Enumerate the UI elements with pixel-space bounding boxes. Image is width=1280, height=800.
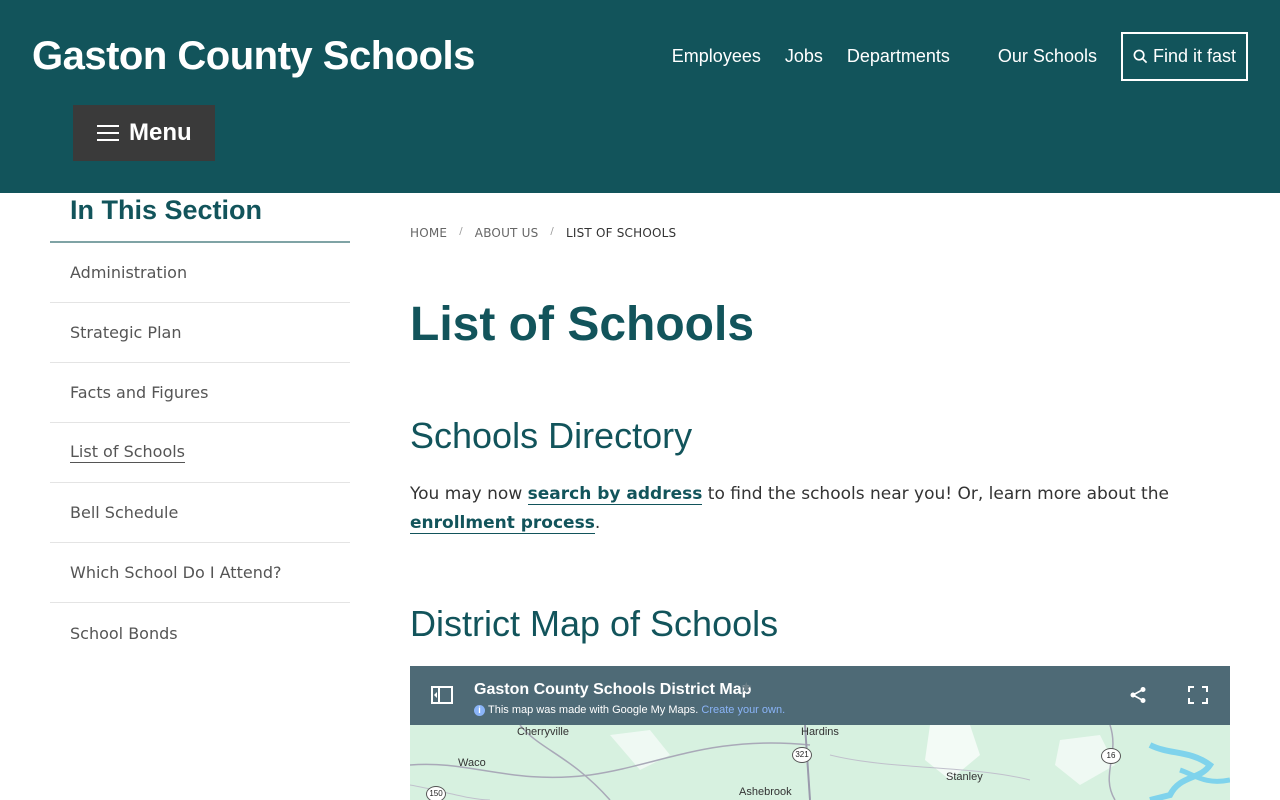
sidebar-item-bell-schedule[interactable]: Bell Schedule	[50, 483, 350, 543]
search-by-address-link[interactable]: search by address	[527, 484, 703, 505]
nav-jobs[interactable]: Jobs	[785, 46, 823, 67]
site-title[interactable]: Gaston County Schools	[32, 34, 475, 79]
sidebar-item-facts-and-figures[interactable]: Facts and Figures	[50, 363, 350, 423]
breadcrumb: HOME / ABOUT US / LIST OF SCHOOLS	[410, 226, 676, 240]
map-town-label: Cherryville	[517, 726, 569, 738]
sidebar-heading: In This Section	[50, 193, 350, 243]
map-town-label: Hardins	[801, 726, 839, 738]
map-heading: District Map of Schools	[410, 603, 779, 644]
find-it-fast-label: Find it fast	[1152, 46, 1236, 66]
intro-paragraph: You may now search by address to find th…	[410, 480, 1230, 538]
map-canvas[interactable]: Cherryville Hardins Waco Stanley Ashebro…	[410, 724, 1230, 800]
sidebar-item-list-of-schools[interactable]: List of Schools	[50, 423, 350, 483]
breadcrumb-home[interactable]: HOME	[410, 226, 447, 240]
sidebar-item-label: Bell Schedule	[70, 503, 179, 522]
enrollment-process-link[interactable]: enrollment process	[410, 513, 595, 534]
sidebar-item-label: Facts and Figures	[70, 383, 209, 402]
map-title[interactable]: Gaston County Schools District Map	[474, 681, 751, 699]
directory-heading: Schools Directory	[410, 415, 693, 456]
nav-our-schools[interactable]: Our Schools	[998, 46, 1097, 67]
sidebar-item-label: School Bonds	[70, 623, 178, 643]
map-notice: i This map was made with Google My Maps. …	[474, 704, 785, 716]
top-nav: Employees Jobs Departments Our Schools F…	[648, 32, 1248, 81]
hamburger-icon	[97, 125, 119, 141]
breadcrumb-about-us[interactable]: ABOUT US	[475, 226, 539, 240]
sidebar-item-school-bonds[interactable]: School Bonds	[50, 603, 350, 663]
menu-button[interactable]: Menu	[73, 105, 215, 161]
nav-departments[interactable]: Departments	[847, 46, 950, 67]
intro-text: to find the schools near you! Or, learn …	[702, 484, 1169, 504]
sidebar-item-which-school[interactable]: Which School Do I Attend?	[50, 543, 350, 603]
fullscreen-icon[interactable]	[1188, 686, 1208, 704]
route-shield: 321	[792, 747, 812, 763]
site-header: Gaston County Schools Employees Jobs Dep…	[0, 0, 1280, 193]
legend-toggle-icon[interactable]	[431, 685, 453, 705]
sidebar-item-label: List of Schools	[70, 442, 186, 463]
district-map-embed[interactable]: Cherryville Hardins Waco Stanley Ashebro…	[410, 666, 1230, 800]
route-shield: 16	[1101, 748, 1121, 764]
sidebar-item-strategic-plan[interactable]: Strategic Plan	[50, 303, 350, 363]
map-town-label: Ashebrook	[739, 786, 792, 798]
intro-text: You may now	[410, 484, 528, 504]
sidebar-item-label: Strategic Plan	[70, 323, 182, 342]
search-icon	[1133, 49, 1148, 64]
route-shield: 150	[426, 786, 446, 800]
intro-text: .	[594, 513, 601, 533]
star-icon[interactable]: ★	[740, 680, 753, 696]
share-icon[interactable]	[1129, 686, 1147, 704]
sidebar-item-label: Administration	[70, 263, 188, 282]
breadcrumb-separator: /	[459, 226, 463, 237]
map-toolbar: Gaston County Schools District Map ★ i Th…	[410, 666, 1230, 725]
find-it-fast-button[interactable]: Find it fast	[1120, 32, 1248, 81]
breadcrumb-separator: /	[550, 226, 554, 237]
info-icon: i	[474, 705, 485, 716]
page-title: List of Schools	[410, 298, 755, 351]
sidebar-item-label: Which School Do I Attend?	[70, 563, 282, 582]
create-your-own-link[interactable]: Create your own.	[701, 704, 785, 716]
breadcrumb-current: LIST OF SCHOOLS	[565, 226, 677, 240]
map-town-label: Stanley	[946, 771, 983, 783]
sidebar-item-administration[interactable]: Administration	[50, 243, 350, 303]
menu-label: Menu	[129, 119, 192, 146]
nav-employees[interactable]: Employees	[672, 46, 761, 67]
map-notice-text: This map was made with Google My Maps.	[488, 704, 699, 716]
map-town-label: Waco	[458, 757, 486, 769]
section-sidebar: In This Section Administration Strategic…	[50, 193, 350, 663]
